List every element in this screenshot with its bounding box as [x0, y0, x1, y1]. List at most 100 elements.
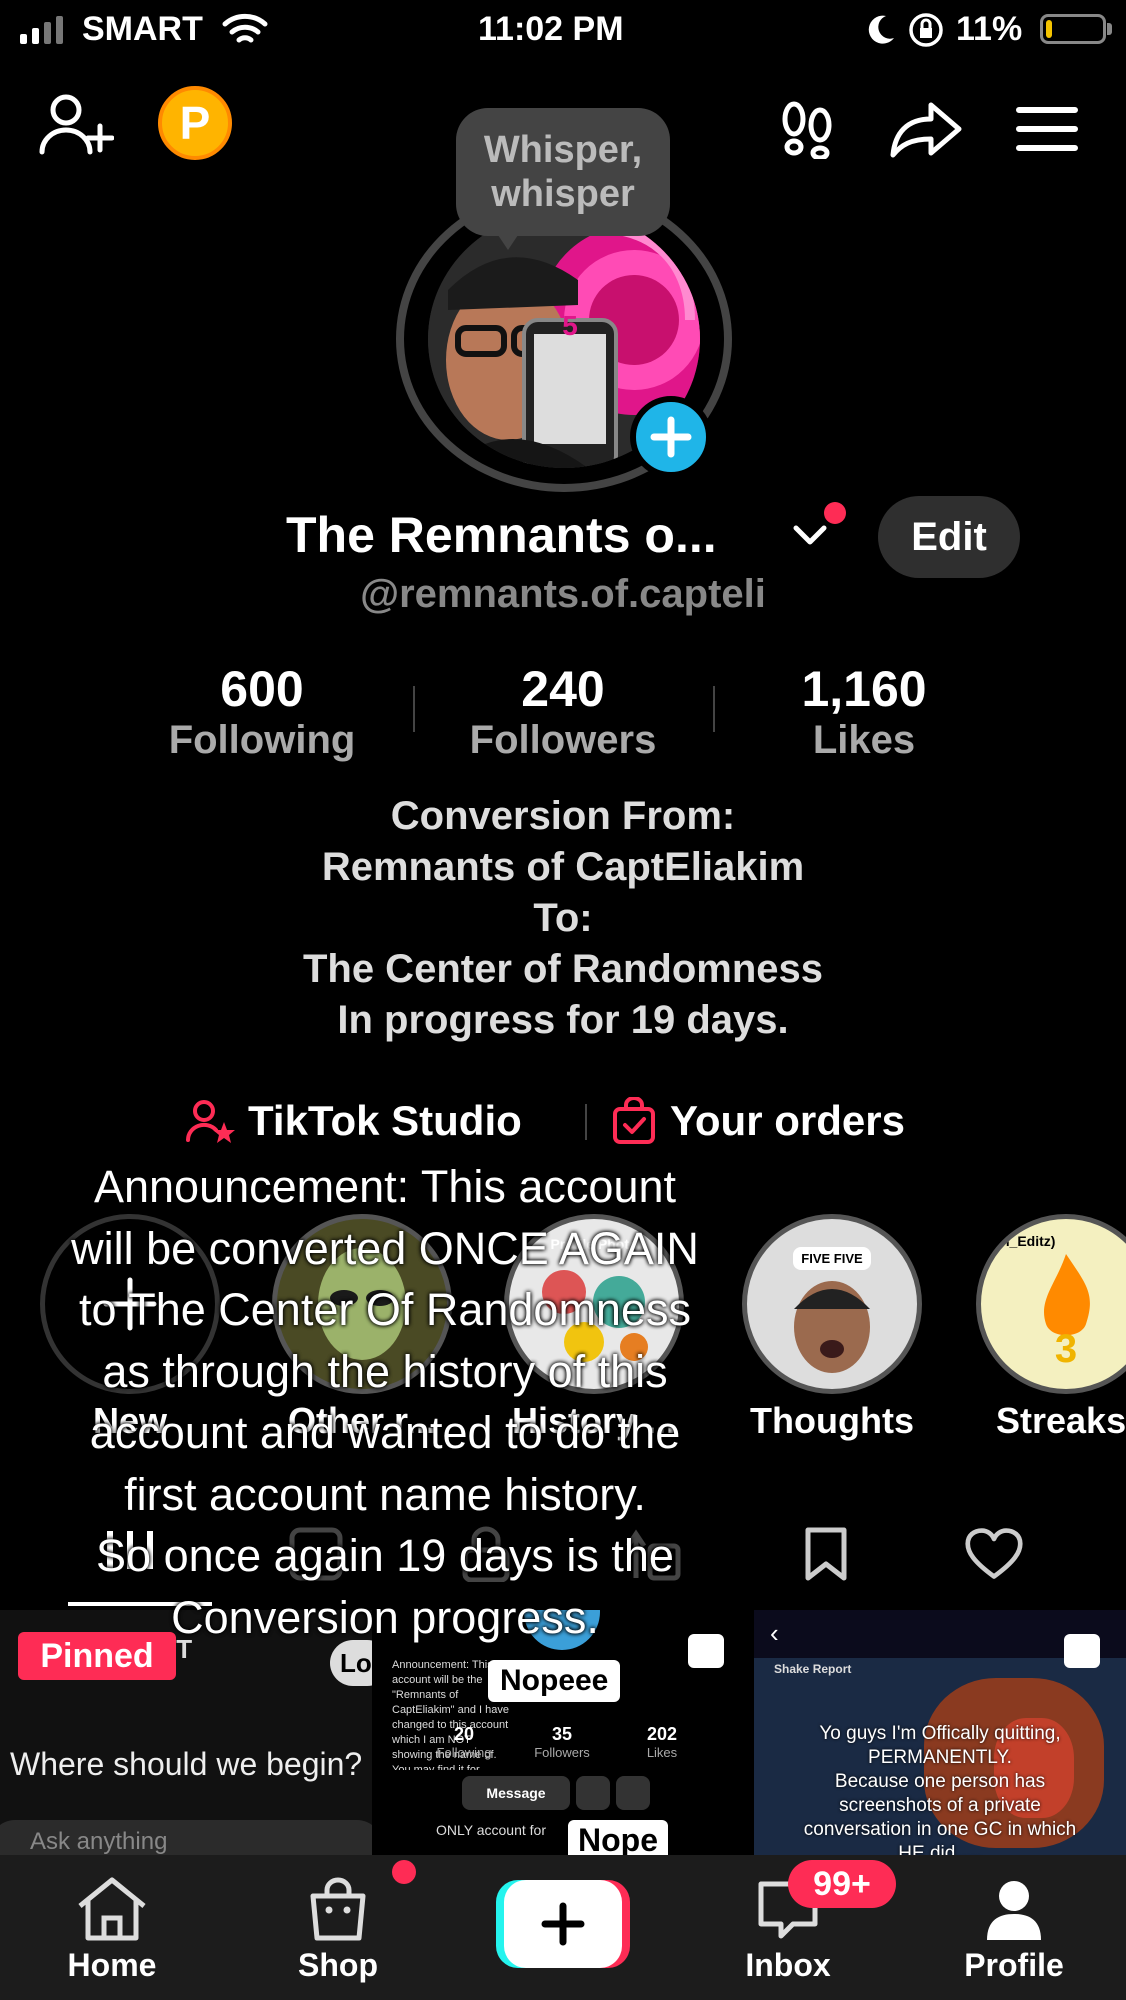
- person-add-icon: [39, 94, 114, 155]
- highlight-cover: n_Editz) 3: [976, 1214, 1126, 1394]
- likes-label: Likes: [812, 718, 916, 762]
- announcement-line: as through the history of this: [102, 1345, 668, 1397]
- battery-percent: 11%: [956, 10, 1023, 48]
- shop-notification-dot: [392, 1860, 416, 1884]
- likes-count: 1,160: [801, 661, 927, 717]
- hamburger-menu-icon: [1016, 107, 1078, 151]
- announcement-overlay: Announcement: This account will be conve…: [0, 1156, 770, 1648]
- home-label: Home: [67, 1947, 157, 1983]
- mini-stat-value: 35: [551, 1724, 573, 1744]
- announcement-line: So once again 19 days is the: [96, 1530, 674, 1581]
- shop-bag-icon: [310, 1877, 366, 1941]
- mini-stat: 20 Following: [424, 1724, 504, 1760]
- menu-button[interactable]: [1012, 96, 1082, 162]
- sticker-text: Nope: [568, 1820, 668, 1855]
- wifi-icon: [222, 13, 268, 43]
- overlay-line: conversation in one GC in which: [803, 1819, 1077, 1840]
- bio[interactable]: Conversion From: Remnants of CaptEliakim…: [163, 791, 963, 1046]
- profile-label: Profile: [964, 1947, 1064, 1983]
- nav-home[interactable]: Home: [12, 1876, 212, 1984]
- bio-line: Remnants of CaptEliakim: [321, 845, 805, 889]
- highlight-streaks[interactable]: n_Editz) 3: [976, 1214, 1126, 1394]
- overlay-line: Yo guys I'm Offically quitting,: [819, 1723, 1061, 1744]
- overlay-line: screenshots of a private: [839, 1795, 1041, 1816]
- bio-line: Conversion From:: [390, 794, 736, 838]
- stat-following[interactable]: 600 Following: [112, 660, 412, 763]
- face-image: [794, 1281, 870, 1373]
- fire-streak-image: 3: [1044, 1254, 1090, 1371]
- status-bar: SMART 11:02 PM 11%: [0, 0, 1126, 60]
- footprints-button[interactable]: [772, 96, 842, 162]
- login-label: Log: [340, 1648, 372, 1678]
- announcement-line: first account name history.: [124, 1468, 646, 1520]
- tab-liked[interactable]: [964, 1524, 1024, 1584]
- stat-likes[interactable]: 1,160 Likes: [714, 660, 1014, 763]
- streaks-cover-caption: n_Editz): [1001, 1233, 1056, 1249]
- mini-stat-label: Following: [436, 1745, 492, 1760]
- tiktok-studio-link[interactable]: TikTok Studio: [186, 1094, 522, 1148]
- nav-profile[interactable]: Profile: [914, 1876, 1114, 1984]
- overlay-line: Because one person has: [834, 1771, 1046, 1792]
- plus-icon: [541, 1902, 585, 1946]
- svg-text:3: 3: [1055, 1327, 1077, 1371]
- ask-placeholder: Ask anything: [30, 1828, 168, 1855]
- report-header: Shake Report: [774, 1662, 852, 1676]
- display-name[interactable]: The Remnants o...: [286, 506, 717, 564]
- edit-label: Edit: [911, 514, 987, 559]
- tab-saved[interactable]: [796, 1524, 856, 1584]
- overlay-line: PERMANENTLY.: [868, 1747, 1012, 1768]
- mini-icon-button: [576, 1776, 610, 1810]
- your-orders-label: Your orders: [670, 1097, 905, 1144]
- profile-person-icon: [987, 1881, 1041, 1940]
- following-label: Following: [168, 718, 356, 762]
- overlay-line: HE did.....: [898, 1843, 982, 1855]
- sticker-text: Nopeee: [488, 1660, 621, 1702]
- points-badge-button[interactable]: P: [158, 86, 232, 160]
- announcement-line: Conversion progress.: [171, 1591, 599, 1643]
- inbox-badge: 99+: [788, 1860, 896, 1908]
- heart-icon: [965, 1528, 1023, 1579]
- ask-field: Ask anything: [0, 1820, 372, 1855]
- share-button[interactable]: [886, 96, 966, 162]
- share-arrow-icon: [890, 102, 962, 158]
- bio-line: To:: [533, 896, 593, 940]
- bookmark-icon: [805, 1527, 847, 1581]
- edit-profile-button[interactable]: Edit: [878, 496, 1020, 578]
- add-story-button[interactable]: [630, 396, 712, 478]
- stat-followers[interactable]: 240 Followers: [413, 660, 713, 763]
- overlay-text: Yo guys I'm Offically quitting, PERMANEN…: [754, 1722, 1126, 1855]
- bio-line: In progress for 19 days.: [337, 998, 789, 1042]
- mini-icon-button: [616, 1776, 650, 1810]
- clock: 11:02 PM: [478, 10, 624, 48]
- nav-shop[interactable]: Shop: [238, 1876, 438, 1984]
- plus-icon: [650, 416, 692, 458]
- link-divider: [585, 1104, 587, 1140]
- signal-icon: [20, 16, 72, 44]
- whisper-tooltip: Whisper, whisper: [456, 108, 670, 236]
- highlight-label: Streaks: [996, 1400, 1126, 1441]
- battery-icon: [1040, 14, 1106, 44]
- mini-stat: 202 Likes: [622, 1724, 702, 1760]
- back-chevron-icon: ‹: [770, 1618, 779, 1648]
- announcement-line: account and wanted to do the: [89, 1407, 681, 1458]
- mini-stat-value: 202: [646, 1724, 678, 1744]
- moon-icon: [868, 15, 894, 44]
- mini-stat-value: 20: [453, 1724, 475, 1744]
- mini-stat-label: Followers: [534, 1745, 590, 1760]
- chat-prompt: Where should we begin?: [10, 1746, 363, 1782]
- points-badge-letter: P: [179, 97, 211, 149]
- create-button[interactable]: [496, 1880, 630, 1968]
- avatar-badge-number: 5: [562, 310, 578, 341]
- your-orders-link[interactable]: Your orders: [612, 1094, 905, 1148]
- shop-label: Shop: [298, 1947, 378, 1983]
- thoughts-cover-caption: FIVE FIVE: [793, 1247, 871, 1270]
- multi-photo-icon: [1064, 1634, 1100, 1668]
- add-friend-button[interactable]: [36, 88, 116, 158]
- mini-stat-label: Likes: [646, 1745, 678, 1760]
- video-thumbnail[interactable]: Shake Report Yo guys I'm Offically quitt…: [754, 1610, 1126, 1855]
- chevron-down-icon[interactable]: [790, 520, 830, 550]
- following-count: 600: [220, 661, 304, 717]
- followers-count: 240: [521, 661, 605, 717]
- mini-message-button: Message: [462, 1776, 570, 1810]
- shopping-bag-check-icon: [613, 1097, 655, 1144]
